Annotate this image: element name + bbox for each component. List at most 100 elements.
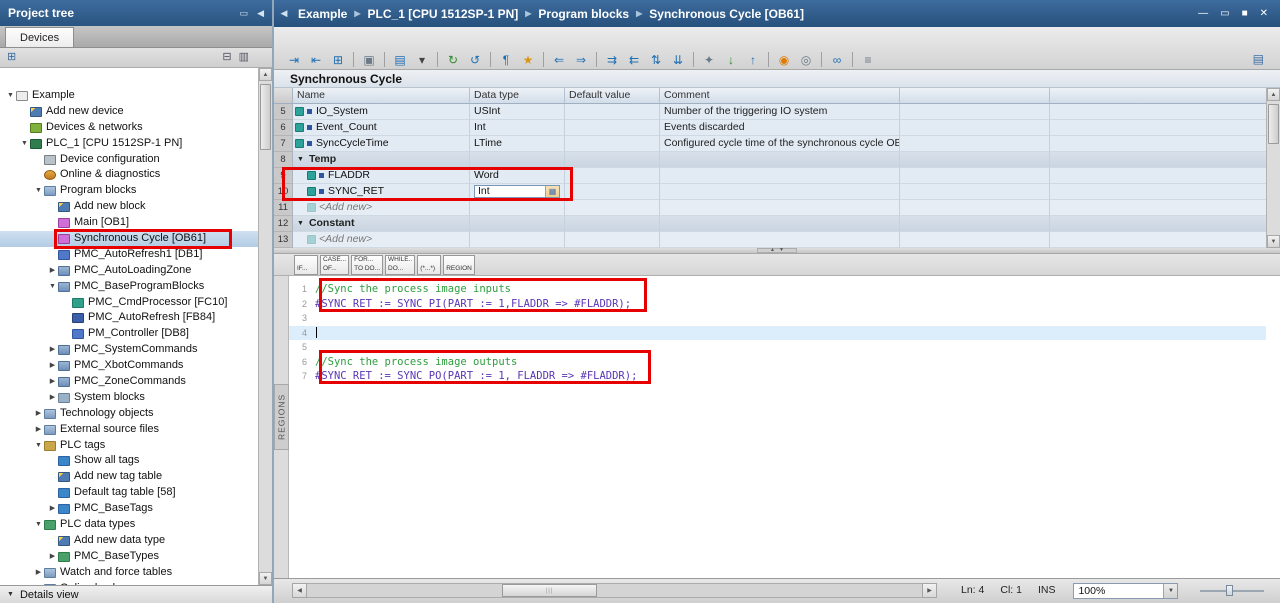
expand-arrow-icon[interactable]: ▼	[33, 183, 44, 199]
tree-item[interactable]: PM_Controller [DB8]	[0, 326, 258, 342]
monitoring-toggle-icon[interactable]: ∞	[827, 51, 847, 69]
snippet-tab[interactable]: (*...*)	[417, 255, 441, 275]
code-lines[interactable]: 1//Sync the process image inputs2#SYNC_R…	[289, 282, 1266, 384]
insert-row-icon[interactable]: ⇥	[284, 51, 304, 69]
tree-item[interactable]: ▶Watch and force tables	[0, 565, 258, 581]
code-line[interactable]: 7#SYNC_RET := SYNC_PO(PART := 1, FLADDR …	[289, 369, 1266, 384]
tree-item[interactable]: Show all tags	[0, 453, 258, 469]
scroll-up-icon[interactable]: ▲	[1267, 88, 1280, 101]
table-row[interactable]: 9FLADDRWord	[274, 168, 1280, 184]
tree-item[interactable]: Devices & networks	[0, 120, 258, 136]
row-comment[interactable]	[660, 168, 900, 184]
snippet-tab[interactable]: REGION	[443, 255, 475, 275]
structure-view-icon[interactable]: ≡	[858, 51, 878, 69]
row-datatype[interactable]	[470, 200, 565, 216]
details-view-bar[interactable]: ▼ Details view	[0, 585, 272, 603]
row-datatype[interactable]	[470, 216, 565, 232]
datatype-combo[interactable]: Int▦	[474, 185, 560, 198]
breadcrumb-item[interactable]: PLC_1 [CPU 1512SP-1 PN]	[368, 7, 519, 21]
tree-options-icon[interactable]: ▥	[239, 52, 249, 63]
navigate-back-icon[interactable]: ⇐	[549, 51, 569, 69]
tree-item[interactable]: Add new device	[0, 104, 258, 120]
float-panel-icon[interactable]: ▭	[240, 8, 249, 19]
tree-item[interactable]: ▼PMC_BaseProgramBlocks	[0, 279, 258, 295]
row-name-cell[interactable]: Event_Count	[293, 120, 470, 136]
expand-arrow-icon[interactable]: ▶	[33, 406, 44, 422]
expand-arrow-icon[interactable]: ▼	[47, 279, 58, 295]
row-comment[interactable]	[660, 232, 900, 248]
header-cell-datatype[interactable]: Data type	[470, 88, 565, 104]
collapse-all-icon[interactable]: ⊟	[222, 52, 231, 63]
scroll-down-icon[interactable]: ▼	[259, 572, 272, 585]
tree-item[interactable]: ▼PLC tags	[0, 438, 258, 454]
row-comment[interactable]: Number of the triggering IO system	[660, 104, 900, 120]
code-line[interactable]: 1//Sync the process image inputs	[289, 282, 1266, 297]
row-name-cell[interactable]: <Add new>	[293, 232, 470, 248]
zoom-select[interactable]: 100% ▼	[1073, 583, 1178, 599]
splitter-handle[interactable]: ▲ ▼	[757, 248, 797, 253]
expand-arrow-icon[interactable]: ▼	[19, 136, 30, 152]
tree-item[interactable]: ▼PLC data types	[0, 517, 258, 533]
scroll-up-icon[interactable]: ▲	[259, 68, 272, 81]
row-comment[interactable]: Events discarded	[660, 120, 900, 136]
tree-item[interactable]: Online & diagnostics	[0, 167, 258, 183]
row-comment[interactable]	[660, 184, 900, 200]
tree-columns-icon[interactable]: ⊞	[7, 52, 16, 63]
tree-item[interactable]: ▶PMC_XbotCommands	[0, 358, 258, 374]
row-comment[interactable]: Configured cycle time of the synchronous…	[660, 136, 900, 152]
row-default-value[interactable]	[565, 184, 660, 200]
go-to-definition-icon[interactable]: ↺	[465, 51, 485, 69]
tree-item[interactable]: ▶PMC_BaseTags	[0, 501, 258, 517]
tree-item[interactable]: ▼Program blocks	[0, 183, 258, 199]
table-row[interactable]: 13<Add new>	[274, 232, 1280, 248]
tree-item[interactable]: ▶Online backups	[0, 581, 258, 585]
row-datatype[interactable]: Int▦	[470, 184, 565, 200]
go-offline-icon[interactable]: ◎	[796, 51, 816, 69]
breadcrumb-item[interactable]: Program blocks	[538, 7, 629, 21]
code-line[interactable]: 2#SYNC_RET := SYNC_PI(PART := 1,FLADDR =…	[289, 297, 1266, 312]
code-line[interactable]: 3	[289, 311, 1266, 326]
show-comments-icon[interactable]: ¶	[496, 51, 516, 69]
compile-icon[interactable]: ✦	[699, 51, 719, 69]
absolute-symbolic-toggle-icon[interactable]: ▤	[390, 51, 410, 69]
regions-tab[interactable]: REGIONS	[274, 384, 289, 450]
tree-item[interactable]: Add new tag table	[0, 469, 258, 485]
header-cell-comment[interactable]: Comment	[660, 88, 900, 104]
tree-item[interactable]: PMC_AutoRefresh [FB84]	[0, 310, 258, 326]
row-name-cell[interactable]: <Add new>	[293, 200, 470, 216]
tree-item[interactable]: ▶System blocks	[0, 390, 258, 406]
datatype-browse-icon[interactable]: ▦	[545, 186, 559, 197]
table-row[interactable]: 8▼Temp	[274, 152, 1280, 168]
minimize-icon[interactable]: —	[1198, 8, 1208, 19]
expand-arrow-icon[interactable]: ▼	[33, 438, 44, 454]
code-editor[interactable]: REGIONS 1//Sync the process image inputs…	[274, 276, 1280, 578]
indent-icon[interactable]: ⇉	[602, 51, 622, 69]
table-row[interactable]: 11<Add new>	[274, 200, 1280, 216]
tree-item[interactable]: ▶Technology objects	[0, 406, 258, 422]
table-scroll-thumb[interactable]	[1268, 104, 1279, 144]
tree-item[interactable]: ▶PMC_BaseTypes	[0, 549, 258, 565]
zoom-slider-thumb[interactable]	[1226, 585, 1233, 596]
expand-arrow-icon[interactable]: ▶	[47, 342, 58, 358]
collapse-tree-icon[interactable]: ◀	[276, 8, 292, 19]
row-datatype[interactable]: Int	[470, 120, 565, 136]
keep-layout-icon[interactable]: ▣	[359, 51, 379, 69]
tree-item[interactable]: Main [OB1]	[0, 215, 258, 231]
scroll-down-icon[interactable]: ▼	[1267, 235, 1280, 248]
navigate-forward-icon[interactable]: ⇒	[571, 51, 591, 69]
row-name-cell[interactable]: SYNC_RET	[293, 184, 470, 200]
update-block-calls-icon[interactable]: ⇅	[646, 51, 666, 69]
expand-arrow-icon[interactable]: ▶	[33, 581, 44, 585]
code-line[interactable]: 5	[289, 340, 1266, 355]
tree-item[interactable]: ▶PMC_AutoLoadingZone	[0, 263, 258, 279]
editor-layout-icon[interactable]: ▤	[1253, 52, 1264, 66]
expand-arrow-icon[interactable]: ▶	[47, 549, 58, 565]
expand-arrow-icon[interactable]: ▶	[33, 565, 44, 581]
row-default-value[interactable]	[565, 232, 660, 248]
dock-icon[interactable]: ■	[1242, 8, 1248, 19]
expand-arrow-icon[interactable]: ▶	[47, 390, 58, 406]
row-default-value[interactable]	[565, 168, 660, 184]
expand-arrow-icon[interactable]: ▼	[33, 517, 44, 533]
tree-item[interactable]: Synchronous Cycle [OB61]	[0, 231, 258, 247]
close-icon[interactable]: ✕	[1260, 8, 1268, 19]
